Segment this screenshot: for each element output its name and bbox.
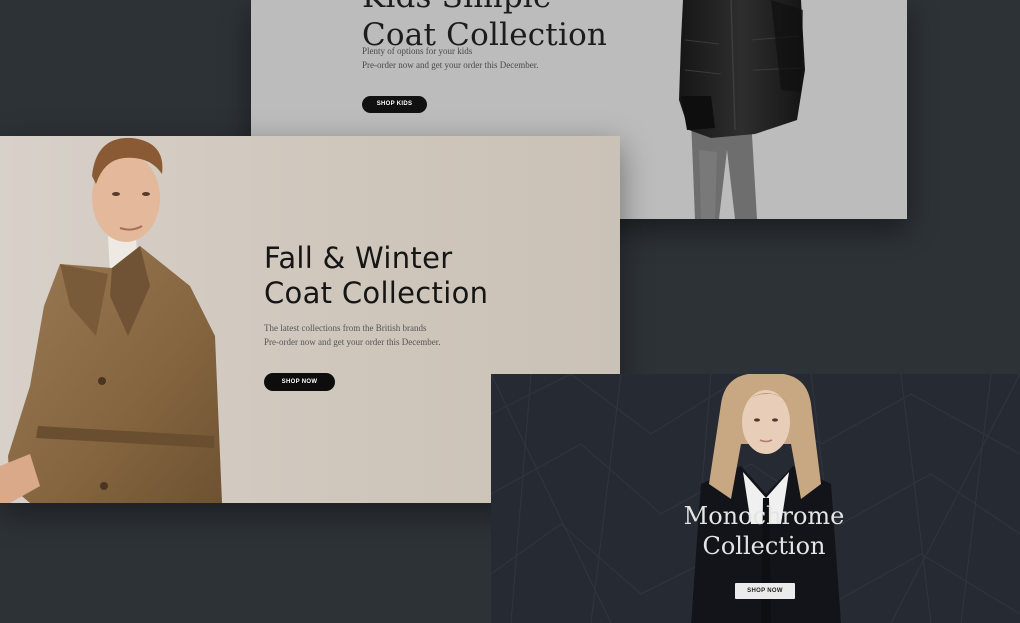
kids-banner-description: Plenty of options for your kids Pre-orde… (362, 45, 538, 72)
mono-banner-title: Monochrome Collection (631, 501, 897, 561)
fall-model-photo (0, 137, 222, 503)
kids-model-photo (679, 0, 805, 219)
kids-desc-line2: Pre-order now and get your order this De… (362, 59, 539, 70)
mono-shop-now-button[interactable]: SHOP NOW (735, 583, 795, 599)
fall-desc-line2: Pre-order now and get your order this De… (264, 337, 441, 347)
shop-kids-button[interactable]: SHOP KIDS (362, 96, 427, 113)
fall-desc-line1: The latest collections from the British … (264, 323, 427, 333)
fall-title-line1: Fall & Winter (264, 241, 453, 275)
mono-title-line1: Monochrome (683, 502, 845, 530)
fall-banner-title: Fall & Winter Coat Collection (264, 241, 488, 311)
kids-title-line1: Kids Simple (362, 0, 552, 15)
fall-title-line2: Coat Collection (264, 276, 489, 310)
fall-banner-description: The latest collections from the British … (264, 321, 440, 349)
monochrome-banner: Monochrome Collection SHOP NOW (491, 374, 1020, 623)
kids-desc-line1: Plenty of options for your kids (362, 46, 473, 56)
mono-title-line2: Collection (702, 532, 826, 560)
shop-now-button[interactable]: SHOP NOW (264, 373, 335, 391)
